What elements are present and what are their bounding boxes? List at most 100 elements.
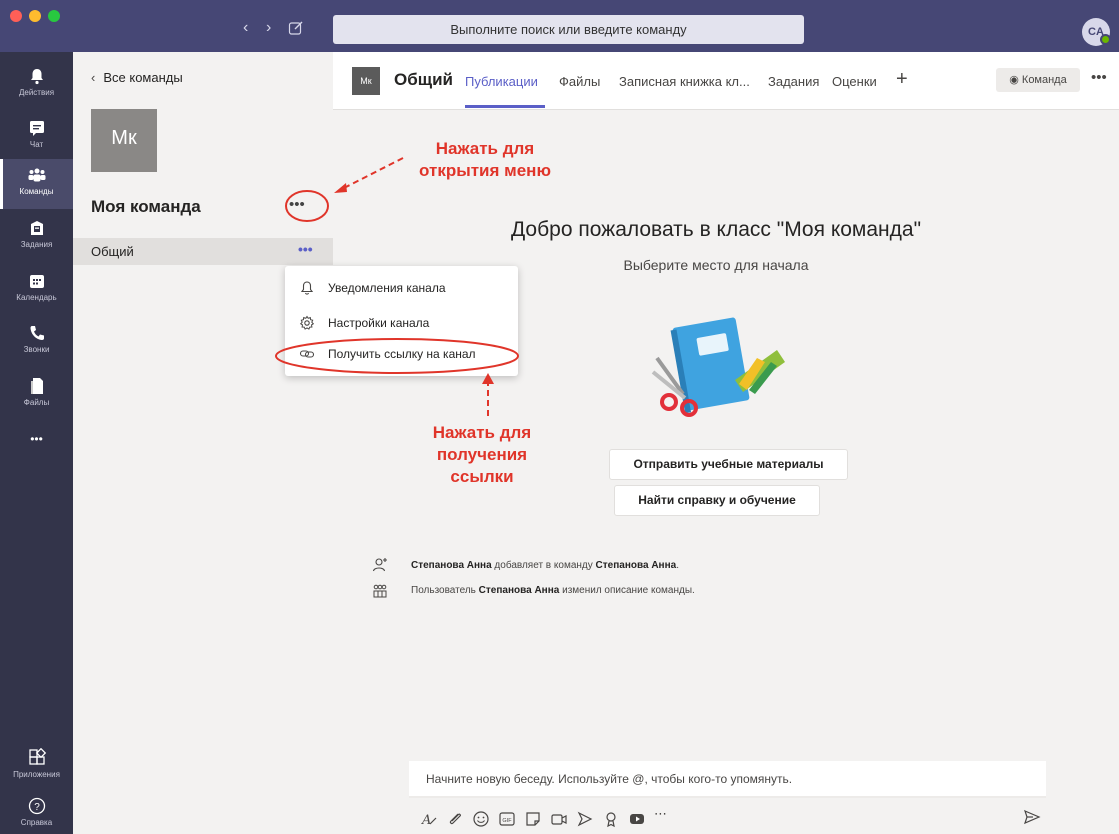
close-window-button[interactable] [10, 10, 22, 22]
emoji-icon[interactable] [472, 810, 490, 828]
activity-user: Степанова Анна [478, 585, 560, 596]
team-button[interactable]: ◉ Команда [996, 68, 1080, 92]
annotation-get-link: Нажать для получения ссылки [402, 422, 562, 488]
team-button-label: Команда [1021, 74, 1067, 86]
zoom-window-button[interactable] [48, 10, 60, 22]
channel-item-general[interactable]: Общий ••• [73, 238, 333, 265]
rail-label: Команды [19, 187, 54, 196]
activity-text: Пользователь [411, 585, 479, 596]
header-more-options-button[interactable]: ••• [1091, 69, 1107, 86]
menu-item-channel-settings[interactable]: Настройки канала [285, 308, 518, 338]
activity-item: Пользователь Степанова Анна изменил опис… [411, 585, 695, 596]
rail-item-calendar[interactable]: Календарь [0, 265, 73, 315]
welcome-title: Добро пожаловать в класс "Моя команда" [510, 218, 922, 241]
all-teams-label: Все команды [103, 70, 183, 85]
rail-label: Приложения [13, 770, 60, 779]
rail-item-files[interactable]: Файлы [0, 370, 73, 420]
svg-text:A: A [421, 813, 431, 828]
activity-text: добавляет в команду [491, 560, 596, 571]
help-icon: ? [28, 797, 45, 815]
files-icon [30, 378, 43, 394]
activity-item: Степанова Анна добавляет в команду Степа… [411, 560, 679, 571]
meet-now-icon[interactable] [550, 810, 568, 828]
rail-label: Файлы [23, 398, 50, 407]
active-tab-indicator [465, 105, 545, 108]
add-member-icon [372, 558, 387, 572]
channel-avatar: Мк [352, 67, 380, 95]
channel-more-options-button[interactable]: ••• [298, 241, 313, 257]
sticker-icon[interactable] [524, 810, 542, 828]
gif-icon[interactable]: GIF [498, 810, 516, 828]
compose-placeholder: Начните новую беседу. Используйте @, что… [426, 772, 793, 786]
menu-item-label: Уведомления канала [328, 281, 446, 295]
find-help-button[interactable]: Найти справку и обучение [614, 485, 820, 516]
rail-label: Действия [18, 88, 55, 97]
stream-icon[interactable] [576, 810, 594, 828]
activity-text: . [676, 560, 679, 571]
forward-arrow-icon[interactable]: › [266, 20, 271, 36]
rail-item-activity[interactable]: Действия [0, 60, 73, 110]
menu-item-label: Получить ссылку на канал [328, 347, 476, 361]
all-teams-link[interactable]: ‹ Все команды [91, 70, 183, 85]
tab-posts[interactable]: Публикации [465, 74, 538, 89]
channel-title: Общий [394, 70, 453, 89]
rail-item-calls[interactable]: Звонки [0, 317, 73, 367]
assignments-icon [30, 221, 43, 235]
minimize-window-button[interactable] [29, 10, 41, 22]
upload-materials-button[interactable]: Отправить учебные материалы [609, 449, 848, 480]
more-apps-button[interactable]: ••• [0, 432, 73, 446]
rail-label: Чат [29, 140, 44, 149]
menu-item-label: Настройки канала [328, 316, 430, 330]
svg-text:?: ? [34, 802, 40, 813]
tab-grades[interactable]: Оценки [832, 74, 877, 89]
rail-item-teams[interactable]: Команды [0, 159, 73, 209]
rail-item-apps[interactable]: Приложения [0, 742, 73, 792]
format-icon[interactable]: A [420, 810, 438, 828]
send-icon[interactable] [1023, 808, 1041, 826]
rail-label: Задания [20, 240, 53, 249]
activity-text: изменил описание команды. [559, 585, 695, 596]
notebook-illustration [651, 317, 785, 417]
team-name: Моя команда [91, 197, 201, 216]
team-edit-icon [373, 584, 387, 598]
annotation-line: ссылки [450, 467, 514, 486]
chevron-left-icon: ‹ [91, 70, 96, 85]
annotation-line: получения [436, 445, 528, 464]
youtube-icon[interactable] [628, 810, 646, 828]
menu-item-get-channel-link[interactable]: Получить ссылку на канал [285, 339, 518, 369]
phone-icon [30, 326, 44, 340]
tab-files[interactable]: Файлы [559, 74, 600, 89]
praise-icon[interactable] [602, 810, 620, 828]
tab-class-notebook[interactable]: Записная книжка кл... [619, 74, 750, 89]
team-panel: ‹ Все команды Мк Моя команда ••• Общий ••… [73, 52, 333, 834]
new-conversation-input[interactable]: Начните новую беседу. Используйте @, что… [409, 761, 1046, 798]
app-rail: Действия Чат Команды Задания Календарь З… [0, 52, 73, 834]
team-more-options-button[interactable]: ••• [289, 196, 305, 213]
link-icon [299, 350, 315, 358]
rail-item-assignments[interactable]: Задания [0, 212, 73, 262]
activity-user: Степанова Анна [411, 560, 492, 571]
rail-item-chat[interactable]: Чат [0, 112, 73, 162]
tab-assignments[interactable]: Задания [768, 74, 819, 89]
teams-icon [28, 168, 45, 182]
attach-icon[interactable] [446, 810, 464, 828]
search-input[interactable]: Выполните поиск или введите команду [333, 15, 804, 44]
calendar-icon [29, 275, 44, 288]
annotation-line: Нажать для [432, 423, 532, 442]
activity-user: Степанова Анна [595, 560, 677, 571]
back-arrow-icon[interactable]: ‹ [243, 20, 248, 36]
compose-icon[interactable] [288, 20, 304, 36]
eye-icon: ◉ [1009, 74, 1022, 86]
more-options-icon[interactable]: ⋯ [654, 806, 672, 824]
rail-item-help[interactable]: ? Справка [0, 790, 73, 834]
apps-icon [28, 748, 46, 765]
svg-text:GIF: GIF [502, 818, 512, 824]
add-tab-button[interactable]: + [896, 68, 908, 91]
menu-item-channel-notifications[interactable]: Уведомления канала [285, 273, 518, 303]
annotation-line: открытия меню [419, 161, 551, 180]
rail-label: Календарь [16, 293, 57, 302]
rail-label: Справка [20, 818, 53, 827]
channel-context-menu: Уведомления канала Настройки канала Полу… [285, 266, 518, 376]
presence-available-icon [1100, 34, 1111, 45]
annotation-open-menu: Нажать для открытия меню [405, 138, 565, 182]
